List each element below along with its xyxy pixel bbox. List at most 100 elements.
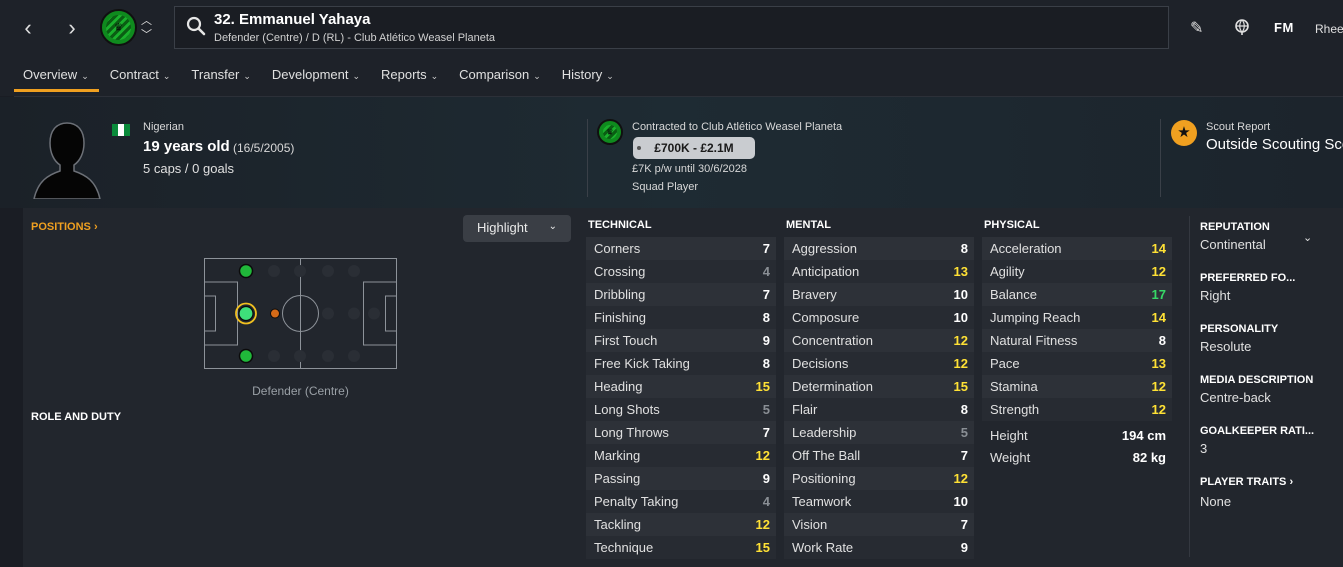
reputation-block[interactable]: REPUTATION Continental: [1200, 221, 1343, 252]
attribute-value: 9: [762, 333, 770, 348]
tab-contract[interactable]: Contract ⌄: [101, 62, 181, 92]
physical-measurements: Height 194 cm Weight 82 kg: [982, 424, 1172, 468]
attribute-row[interactable]: Leadership 5: [784, 421, 974, 444]
attribute-row[interactable]: Agility 12: [982, 260, 1172, 283]
attribute-row[interactable]: Dribbling 7: [586, 283, 776, 306]
attribute-row[interactable]: Free Kick Taking 8: [586, 352, 776, 375]
tab-development[interactable]: Development ⌄: [263, 62, 370, 92]
chevron-down-icon[interactable]: ﹀: [141, 28, 152, 42]
attribute-value: 14: [1151, 310, 1166, 325]
attribute-row[interactable]: Long Throws 7: [586, 421, 776, 444]
attribute-name: Pace: [990, 356, 1020, 371]
tab-reports[interactable]: Reports ⌄: [372, 62, 448, 92]
positions-link[interactable]: POSITIONS ›: [31, 221, 98, 233]
attribute-row[interactable]: Off The Ball 7: [784, 444, 974, 467]
goalkeeper-rating-block: GOALKEEPER RATI... 3: [1200, 425, 1343, 456]
player-traits-block[interactable]: PLAYER TRAITS › None: [1200, 476, 1343, 509]
player-header: Nigerian 19 years old (16/5/2005) 5 caps…: [0, 97, 1343, 208]
attribute-row[interactable]: Decisions 12: [784, 352, 974, 375]
attribute-row[interactable]: Crossing 4: [586, 260, 776, 283]
attribute-row[interactable]: First Touch 9: [586, 329, 776, 352]
attribute-row[interactable]: Acceleration 14: [982, 237, 1172, 260]
attribute-row[interactable]: Long Shots 5: [586, 398, 776, 421]
attribute-value: 10: [953, 494, 968, 509]
attribute-name: Acceleration: [990, 241, 1062, 256]
tab-bar: Overview ⌄ Contract ⌄ Transfer ⌄ Developmen…: [14, 62, 626, 92]
tab-overview[interactable]: Overview ⌄: [14, 62, 99, 92]
attribute-row[interactable]: Work Rate 9: [784, 536, 974, 559]
player-switch-arrows[interactable]: ︿ ﹀: [141, 14, 152, 42]
attribute-value: 7: [762, 287, 770, 302]
attribute-row[interactable]: Technique 15: [586, 536, 776, 559]
attribute-row[interactable]: Pace 13: [982, 352, 1172, 375]
attribute-row[interactable]: Heading 15: [586, 375, 776, 398]
search-icon[interactable]: [185, 15, 207, 37]
player-traits-link[interactable]: PLAYER TRAITS ›: [1200, 476, 1343, 488]
chevron-down-icon: ⌄: [430, 71, 439, 81]
tab-history[interactable]: History ⌄: [553, 62, 624, 92]
attribute-row[interactable]: Marking 12: [586, 444, 776, 467]
nationality: Nigerian: [143, 121, 184, 133]
edit-pencil-icon[interactable]: ✎: [1190, 18, 1203, 38]
attribute-name: Stamina: [990, 379, 1038, 394]
attribute-value: 8: [960, 402, 968, 417]
attribute-row[interactable]: Jumping Reach 14: [982, 306, 1172, 329]
search-box[interactable]: 32. Emmanuel Yahaya Defender (Centre) / …: [174, 6, 1169, 49]
chevron-down-icon[interactable]: ⌄: [1303, 231, 1312, 244]
attribute-name: Finishing: [594, 310, 647, 325]
physical-attributes: PHYSICAL Acceleration 14 Agility 12 Balance 1…: [982, 219, 1172, 468]
attribute-value: 12: [953, 471, 968, 486]
attribute-row[interactable]: Flair 8: [784, 398, 974, 421]
attribute-row[interactable]: Corners 7: [586, 237, 776, 260]
back-button[interactable]: ‹: [16, 16, 40, 40]
attribute-row[interactable]: Composure 10: [784, 306, 974, 329]
attribute-value: 10: [953, 310, 968, 325]
attribute-row[interactable]: Teamwork 10: [784, 490, 974, 513]
attribute-name: Determination: [792, 379, 873, 394]
attribute-value: 8: [762, 310, 770, 325]
forward-button[interactable]: ›: [60, 16, 84, 40]
international-caps[interactable]: 5 caps / 0 goals: [143, 161, 234, 176]
chevron-up-icon[interactable]: ︿: [141, 14, 152, 28]
mental-attributes: MENTAL Aggression 8 Anticipation 13 Bravery 1…: [784, 219, 974, 559]
attribute-row[interactable]: Bravery 10: [784, 283, 974, 306]
player-traits-value: None: [1200, 494, 1232, 509]
attribute-row[interactable]: Passing 9: [586, 467, 776, 490]
physical-rows: Acceleration 14 Agility 12 Balance 17 Jumping …: [982, 237, 1172, 421]
club-badge-icon[interactable]: ♛: [100, 9, 137, 46]
attribute-row[interactable]: Aggression 8: [784, 237, 974, 260]
attribute-value: 12: [1151, 402, 1166, 417]
contract-club[interactable]: Contracted to Club Atlético Weasel Plane…: [632, 121, 842, 133]
highlight-dropdown[interactable]: Highlight ⌄: [463, 215, 571, 242]
attribute-value: 8: [1158, 333, 1166, 348]
attribute-name: Teamwork: [792, 494, 852, 509]
tab-comparison[interactable]: Comparison ⌄: [450, 62, 551, 92]
attribute-row[interactable]: Strength 12: [982, 398, 1172, 421]
player-subtitle: Defender (Centre) / D (RL) - Club Atléti…: [214, 32, 496, 44]
attribute-row[interactable]: Balance 17: [982, 283, 1172, 306]
attribute-row[interactable]: Determination 15: [784, 375, 974, 398]
globe-icon[interactable]: [1233, 18, 1251, 41]
attribute-row[interactable]: Vision 7: [784, 513, 974, 536]
attribute-value: 14: [1151, 241, 1166, 256]
tab-transfer[interactable]: Transfer ⌄: [182, 62, 260, 92]
attribute-value: 7: [762, 241, 770, 256]
attribute-row[interactable]: Tackling 12: [586, 513, 776, 536]
attribute-row[interactable]: Positioning 12: [784, 467, 974, 490]
fm-logo[interactable]: FM: [1274, 20, 1294, 35]
reputation-value: Continental: [1200, 237, 1266, 252]
attribute-row[interactable]: Anticipation 13: [784, 260, 974, 283]
header-divider: [1160, 119, 1161, 197]
attribute-row[interactable]: Finishing 8: [586, 306, 776, 329]
club-badge-icon[interactable]: ♛: [597, 119, 623, 145]
attribute-row[interactable]: Stamina 12: [982, 375, 1172, 398]
attribute-row[interactable]: Natural Fitness 8: [982, 329, 1172, 352]
measurement-value: 194 cm: [1121, 427, 1166, 443]
attribute-row[interactable]: Penalty Taking 4: [586, 490, 776, 513]
attribute-value: 15: [755, 540, 770, 555]
user-name[interactable]: Rheeboo: [1315, 22, 1343, 36]
attribute-row[interactable]: Concentration 12: [784, 329, 974, 352]
scout-report-value[interactable]: Outside Scouting Scope: [1206, 136, 1343, 153]
attribute-name: First Touch: [594, 333, 658, 348]
natural-position-label: Defender (Centre): [252, 384, 349, 398]
